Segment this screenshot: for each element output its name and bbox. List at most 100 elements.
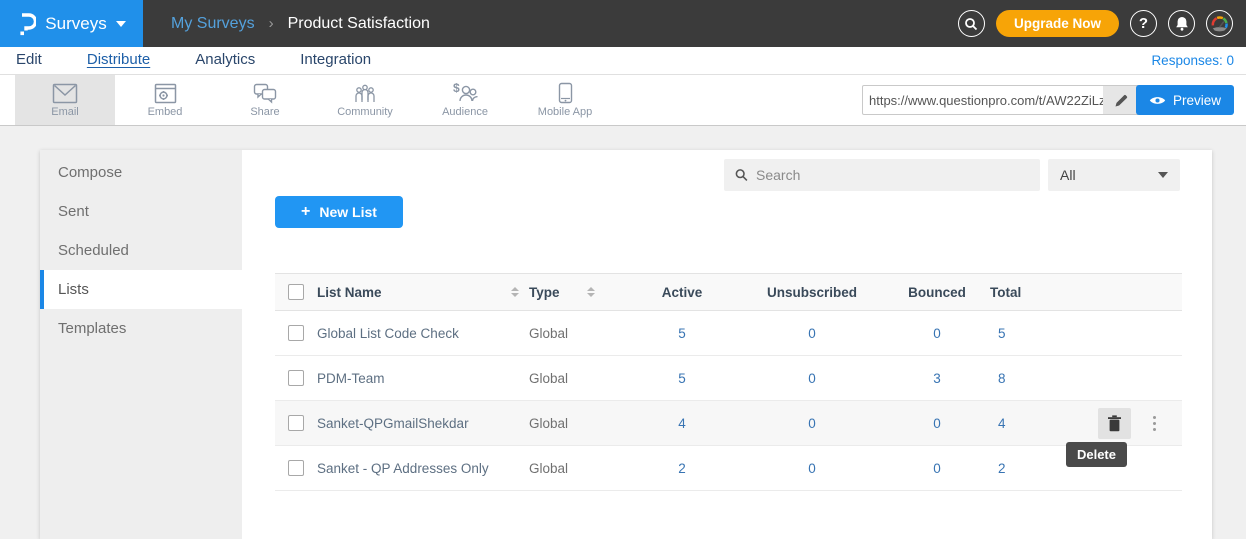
active-count-link[interactable]: 5 [629,371,735,386]
breadcrumb-separator: › [269,15,274,32]
bounced-count-link[interactable]: 0 [889,461,985,476]
channel-audience-label: Audience [442,106,488,118]
sidebar-item-sent[interactable]: Sent [40,192,242,231]
table-header-row: List Name Type Active Unsubscribed Bounc… [275,273,1182,311]
row-checkbox[interactable] [288,415,304,431]
sort-type-icon[interactable] [587,287,595,297]
list-search-box [724,159,1040,191]
pencil-icon [1114,93,1129,108]
page-body: Compose Sent Scheduled Lists Templates A… [0,126,1246,539]
active-count-link[interactable]: 4 [629,416,735,431]
account-avatar[interactable] [1206,10,1233,37]
distribute-channels-toolbar: Email Embed Share Community [0,75,1246,126]
survey-nav-tabs: Edit Distribute Analytics Integration Re… [0,47,1246,75]
active-count-link[interactable]: 2 [629,461,735,476]
new-list-label: New List [319,204,377,220]
table-row: PDM-Team Global 5 0 3 8 [275,356,1182,401]
share-icon [253,83,277,104]
channel-embed[interactable]: Embed [115,75,215,125]
bounced-count-link[interactable]: 0 [889,416,985,431]
list-name-link[interactable]: Global List Code Check [317,326,459,341]
channel-mobile-app[interactable]: Mobile App [515,75,615,125]
tab-edit[interactable]: Edit [16,51,42,70]
header-bounced: Bounced [889,285,985,300]
email-sidebar: Compose Sent Scheduled Lists Templates [40,150,242,539]
magnifier-glyph [964,17,978,31]
sidebar-item-scheduled[interactable]: Scheduled [40,231,242,270]
community-icon [353,82,377,104]
sort-list-name-icon[interactable] [511,287,519,297]
unsubscribed-count-link[interactable]: 0 [735,371,889,386]
sidebar-item-lists[interactable]: Lists [40,270,242,309]
delete-tooltip: Delete [1066,442,1127,467]
bell-glyph [1175,16,1189,31]
total-count-link[interactable]: 4 [985,416,1085,431]
preview-button[interactable]: Preview [1136,85,1234,115]
channel-community[interactable]: Community [315,75,415,125]
surveys-product-menu[interactable]: Surveys [0,0,143,47]
header-total: Total [985,285,1085,300]
header-type: Type [529,285,560,300]
questionpro-logo-icon [17,11,36,37]
edit-url-button[interactable] [1103,86,1139,114]
lists-table: List Name Type Active Unsubscribed Bounc… [275,273,1182,491]
row-checkbox[interactable] [288,325,304,341]
search-input[interactable] [756,167,1029,183]
delete-list-button[interactable] [1098,408,1131,439]
list-type: Global [529,461,568,476]
channel-audience[interactable]: $ Audience [415,75,515,125]
top-bar: Surveys My Surveys › Product Satisfactio… [0,0,1246,47]
table-row: Sanket - QP Addresses Only Global 2 0 0 … [275,446,1182,491]
sidebar-item-templates[interactable]: Templates [40,309,242,348]
gauge-avatar-icon [1209,13,1230,34]
tab-distribute[interactable]: Distribute [87,51,150,70]
table-row-hovered: Sanket-QPGmailShekdar Global 4 0 0 4 [275,401,1182,446]
row-more-options-icon[interactable] [1149,412,1160,435]
email-icon [52,83,78,104]
new-list-button[interactable]: + New List [275,196,403,228]
responses-count: Responses: 0 [1151,53,1246,68]
list-name-link[interactable]: Sanket - QP Addresses Only [317,461,489,476]
row-checkbox[interactable] [288,460,304,476]
embed-icon [154,83,177,104]
select-all-checkbox[interactable] [288,284,304,300]
help-icon[interactable]: ? [1130,10,1157,37]
header-unsubscribed: Unsubscribed [735,285,889,300]
header-active: Active [629,285,735,300]
breadcrumb: My Surveys › Product Satisfaction [171,15,430,33]
bounced-count-link[interactable]: 3 [889,371,985,386]
email-distribution-card: Compose Sent Scheduled Lists Templates A… [40,150,1212,539]
eye-icon [1149,95,1166,106]
tab-integration[interactable]: Integration [300,51,371,70]
active-count-link[interactable]: 5 [629,326,735,341]
total-count-link[interactable]: 8 [985,371,1085,386]
survey-url-text[interactable]: https://www.questionpro.com/t/AW22ZiLz6 [863,93,1103,108]
bounced-count-link[interactable]: 0 [889,326,985,341]
header-list-name: List Name [317,285,382,300]
breadcrumb-my-surveys[interactable]: My Surveys [171,15,255,33]
notifications-bell-icon[interactable] [1168,10,1195,37]
channel-email[interactable]: Email [15,75,115,125]
product-name: Surveys [45,14,106,34]
unsubscribed-count-link[interactable]: 0 [735,461,889,476]
total-count-link[interactable]: 5 [985,326,1085,341]
list-name-link[interactable]: Sanket-QPGmailShekdar [317,416,469,431]
tab-analytics[interactable]: Analytics [195,51,255,70]
list-name-link[interactable]: PDM-Team [317,371,385,386]
search-icon[interactable] [958,10,985,37]
channel-share[interactable]: Share [215,75,315,125]
unsubscribed-count-link[interactable]: 0 [735,326,889,341]
channel-embed-label: Embed [148,106,183,118]
row-checkbox[interactable] [288,370,304,386]
sidebar-item-compose[interactable]: Compose [40,153,242,192]
channel-share-label: Share [250,106,279,118]
upgrade-now-button[interactable]: Upgrade Now [996,10,1119,37]
channel-email-label: Email [51,106,79,118]
breadcrumb-current-survey: Product Satisfaction [288,15,430,33]
unsubscribed-count-link[interactable]: 0 [735,416,889,431]
svg-text:$: $ [453,82,460,95]
chevron-down-icon [1158,172,1168,178]
trash-icon [1107,415,1122,432]
list-filter-dropdown[interactable]: All [1048,159,1180,191]
plus-icon: + [301,203,310,221]
